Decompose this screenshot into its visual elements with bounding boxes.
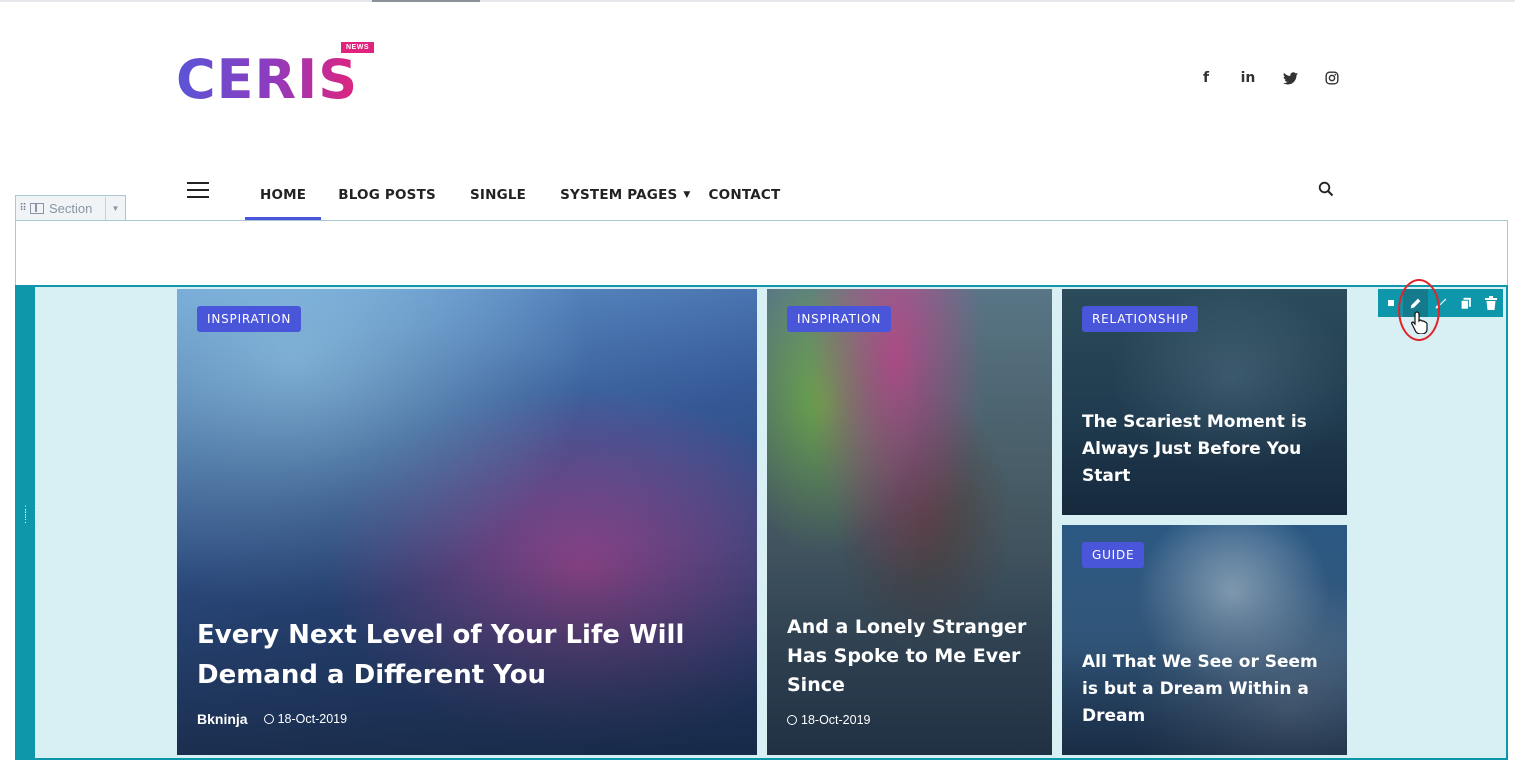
duplicate-icon[interactable] <box>1453 289 1478 317</box>
clock-icon <box>263 714 274 724</box>
category-badge[interactable]: INSPIRATION <box>197 306 302 332</box>
linkedin-icon[interactable]: in <box>1238 68 1258 88</box>
social-links: f in <box>1196 68 1342 88</box>
post-title[interactable]: The Scariest Moment is Always Just Befor… <box>1082 409 1332 490</box>
delete-trash-icon[interactable] <box>1478 289 1503 317</box>
post-date: 18-Oct-2019 <box>263 712 348 726</box>
post-meta: Bkninja 18-Oct-2019 <box>197 711 347 727</box>
post-card[interactable]: INSPIRATION And a Lonely Stranger Has Sp… <box>767 289 1052 755</box>
category-badge[interactable]: INSPIRATION <box>787 306 892 332</box>
post-title[interactable]: Every Next Level of Your Life Will Deman… <box>197 615 737 695</box>
category-badge[interactable]: GUIDE <box>1082 542 1145 568</box>
browser-top-line <box>0 0 1515 2</box>
post-author[interactable]: Bkninja <box>197 711 248 727</box>
facebook-icon[interactable]: f <box>1196 68 1216 88</box>
hamburger-menu-icon[interactable] <box>187 182 209 198</box>
tab-indicator <box>372 0 480 2</box>
logo-badge: NEWS <box>341 42 374 53</box>
logo-text: CERIS <box>176 48 359 111</box>
resize-handle-icon[interactable]: ⋮⋮ ⋮⋮ ⋮⋮ <box>21 505 41 524</box>
post-meta: 18-Oct-2019 <box>787 713 870 727</box>
nav-item-contact[interactable]: CONTACT <box>699 170 798 220</box>
section-handle[interactable]: ⠿ Section ▼ <box>15 195 126 220</box>
post-date: 18-Oct-2019 <box>787 713 870 727</box>
section-resize-bar[interactable]: ⋮⋮ ⋮⋮ ⋮⋮ <box>15 285 40 760</box>
section-dropdown-icon[interactable]: ▼ <box>105 196 125 220</box>
nav-item-blog-posts[interactable]: BLOG POSTS <box>321 170 453 220</box>
twitter-icon[interactable] <box>1280 68 1300 88</box>
category-badge[interactable]: RELATIONSHIP <box>1082 306 1199 332</box>
nav-item-system-pages-label: SYSTEM PAGES <box>560 187 678 203</box>
clock-icon <box>787 715 797 725</box>
nav-item-single[interactable]: SINGLE <box>453 170 543 220</box>
empty-section[interactable] <box>15 220 1508 286</box>
post-date-text: 18-Oct-2019 <box>277 712 348 726</box>
post-title[interactable]: All That We See or Seem is but a Dream W… <box>1082 649 1332 730</box>
post-title[interactable]: And a Lonely Stranger Has Spoke to Me Ev… <box>787 613 1037 700</box>
post-date-text: 18-Oct-2019 <box>801 713 871 727</box>
section-layout-icon <box>30 202 44 214</box>
main-nav: HOME BLOG POSTS SINGLE SYSTEM PAGES ▼ CO… <box>245 170 797 220</box>
chevron-down-icon: ▼ <box>683 190 691 200</box>
site-logo[interactable]: CERIS NEWS <box>176 40 386 112</box>
section-toolbar <box>1378 289 1503 317</box>
nav-item-home[interactable]: HOME <box>245 170 322 220</box>
instagram-icon[interactable] <box>1322 68 1342 88</box>
post-card[interactable]: RELATIONSHIP The Scariest Moment is Alwa… <box>1062 289 1347 515</box>
drag-handle-icon[interactable]: ⠿ <box>16 203 30 214</box>
featured-post-card[interactable]: INSPIRATION Every Next Level of Your Lif… <box>177 289 757 755</box>
post-card[interactable]: GUIDE All That We See or Seem is but a D… <box>1062 525 1347 755</box>
hand-cursor-icon <box>1410 310 1429 335</box>
section-label: Section <box>49 200 93 216</box>
search-icon[interactable] <box>1318 181 1336 199</box>
nav-item-system-pages[interactable]: SYSTEM PAGES ▼ <box>543 170 698 220</box>
